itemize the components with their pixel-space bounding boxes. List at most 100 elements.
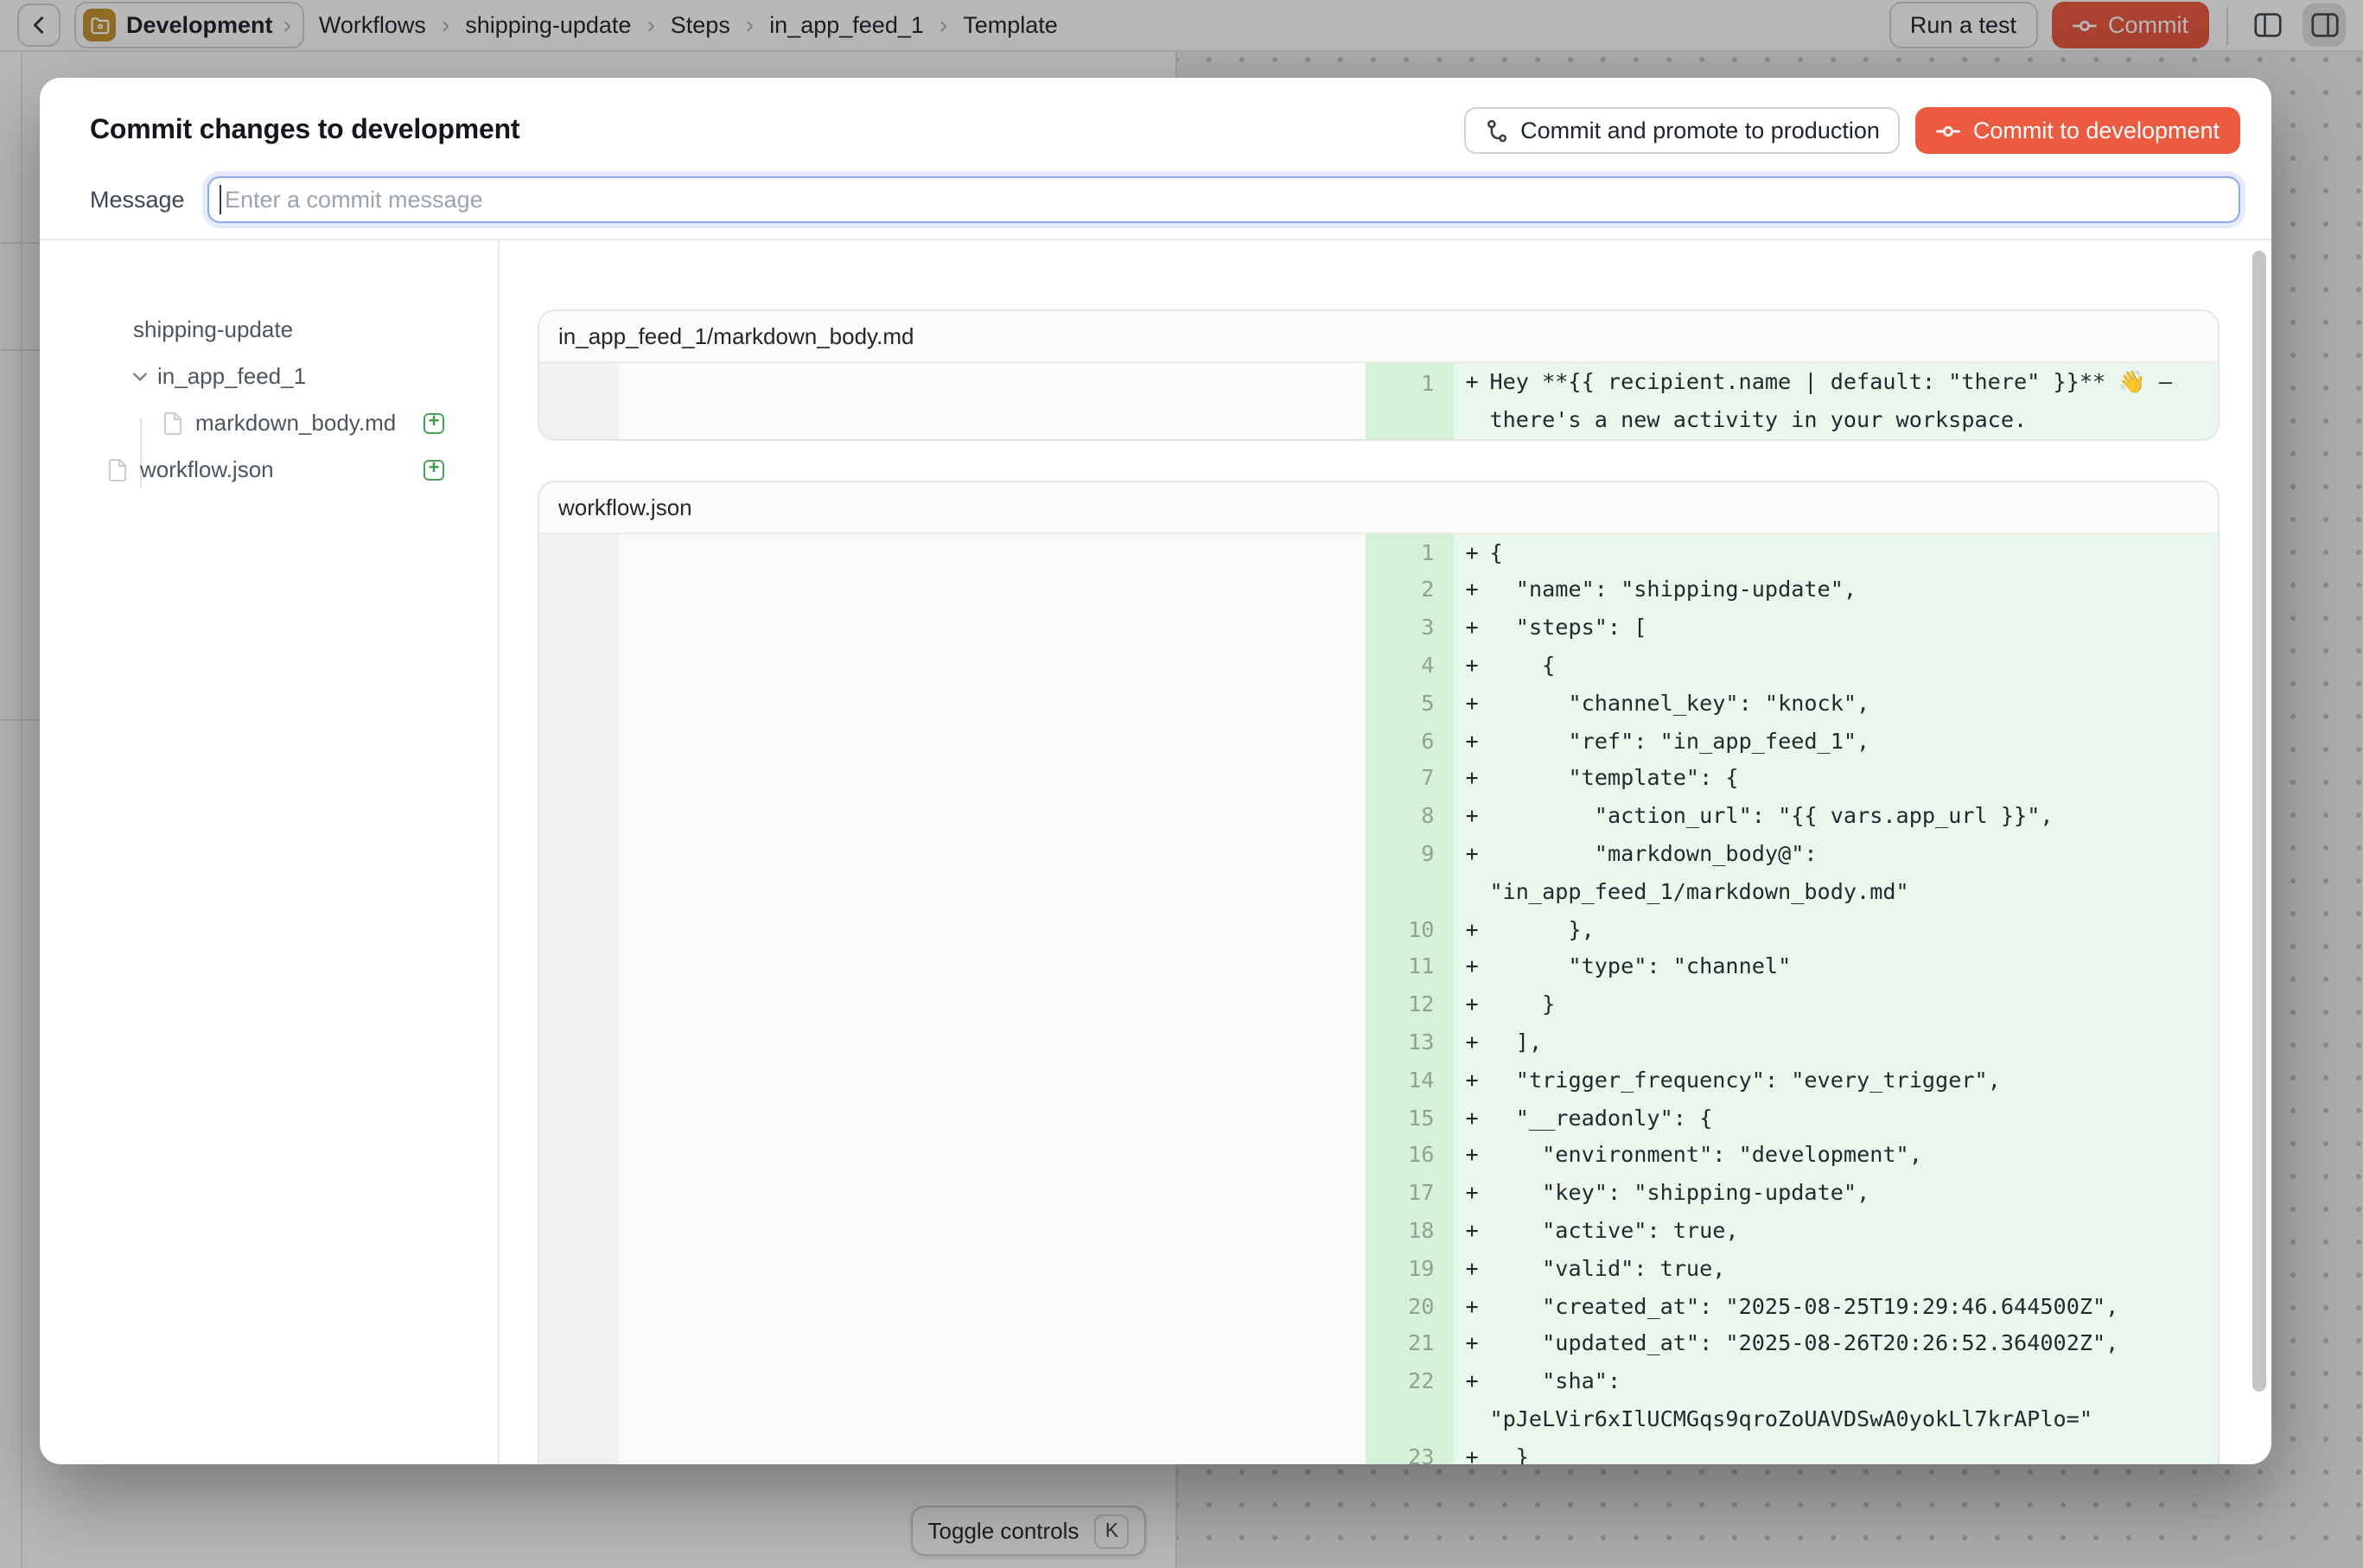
old-line-gutter bbox=[539, 1174, 619, 1212]
diff-line: 9+ "markdown_body@": "in_app_feed_1/mark… bbox=[539, 835, 2218, 910]
old-line-content bbox=[619, 1212, 1365, 1250]
added-line-code: "ref": "in_app_feed_1", bbox=[1489, 722, 2218, 760]
added-line-marker: + bbox=[1453, 685, 1489, 723]
old-line-gutter bbox=[539, 760, 619, 798]
old-line-content bbox=[619, 533, 1365, 571]
new-line-number: 12 bbox=[1365, 985, 1453, 1023]
added-line-marker: + bbox=[1453, 1362, 1489, 1437]
old-line-gutter bbox=[539, 722, 619, 760]
commit-to-development-button[interactable]: Commit to development bbox=[1916, 107, 2240, 154]
added-line-code: "channel_key": "knock", bbox=[1489, 685, 2218, 723]
old-line-content bbox=[619, 1099, 1365, 1137]
diff-line: 23+ } bbox=[539, 1437, 2218, 1464]
new-line-number: 16 bbox=[1365, 1137, 1453, 1175]
old-line-content bbox=[619, 647, 1365, 685]
added-line-marker: + bbox=[1453, 647, 1489, 685]
old-line-content bbox=[619, 685, 1365, 723]
diff-line: 19+ "valid": true, bbox=[539, 1249, 2218, 1287]
diff-line: 15+ "__readonly": { bbox=[539, 1099, 2218, 1137]
new-line-number: 13 bbox=[1365, 1023, 1453, 1061]
new-line-number: 14 bbox=[1365, 1061, 1453, 1100]
added-line-marker: + bbox=[1453, 722, 1489, 760]
diff-line: 11+ "type": "channel" bbox=[539, 948, 2218, 986]
added-line-code: "valid": true, bbox=[1489, 1249, 2218, 1287]
tree-item-workflow-json[interactable]: workflow.json + bbox=[40, 446, 498, 493]
diff-line: 22+ "sha": "pJeLVir6xIlUCMGqs9qroZoUAVDS… bbox=[539, 1362, 2218, 1437]
added-file-badge: + bbox=[424, 459, 444, 480]
new-line-number: 19 bbox=[1365, 1249, 1453, 1287]
new-line-number: 9 bbox=[1365, 835, 1453, 910]
diff-line: 18+ "active": true, bbox=[539, 1212, 2218, 1250]
new-line-number: 21 bbox=[1365, 1325, 1453, 1363]
added-line-marker: + bbox=[1453, 835, 1489, 910]
added-line-code: "action_url": "{{ vars.app_url }}", bbox=[1489, 797, 2218, 835]
new-line-number: 6 bbox=[1365, 722, 1453, 760]
old-line-content bbox=[619, 1325, 1365, 1363]
diff-scroll-area[interactable]: in_app_feed_1/markdown_body.md 1+Hey **{… bbox=[500, 240, 2271, 1464]
old-line-content bbox=[619, 1287, 1365, 1325]
added-line-code: { bbox=[1489, 533, 2218, 571]
diff-file-name: in_app_feed_1/markdown_body.md bbox=[539, 311, 2218, 363]
diff-line: 14+ "trigger_frequency": "every_trigger"… bbox=[539, 1061, 2218, 1100]
added-line-marker: + bbox=[1453, 910, 1489, 948]
old-line-gutter bbox=[539, 363, 619, 438]
diff-line: 1+{ bbox=[539, 533, 2218, 571]
added-line-code: } bbox=[1489, 1437, 2218, 1464]
new-line-number: 18 bbox=[1365, 1212, 1453, 1250]
new-line-number: 1 bbox=[1365, 363, 1453, 438]
old-line-content bbox=[619, 1437, 1365, 1464]
diff-line: 16+ "environment": "development", bbox=[539, 1137, 2218, 1175]
viewport: Development › Workflows›shipping-update›… bbox=[0, 0, 2363, 1568]
added-file-badge: + bbox=[424, 412, 444, 433]
added-line-code: "name": "shipping-update", bbox=[1489, 571, 2218, 609]
added-line-marker: + bbox=[1453, 1437, 1489, 1464]
old-line-gutter bbox=[539, 1023, 619, 1061]
added-line-code: "active": true, bbox=[1489, 1212, 2218, 1250]
tree-item-step-group[interactable]: in_app_feed_1 bbox=[40, 353, 498, 399]
old-line-gutter bbox=[539, 571, 619, 609]
old-line-gutter bbox=[539, 1061, 619, 1100]
old-line-content bbox=[619, 1362, 1365, 1437]
added-line-code: { bbox=[1489, 647, 2218, 685]
old-line-content bbox=[619, 609, 1365, 647]
old-line-gutter bbox=[539, 1137, 619, 1175]
new-line-number: 8 bbox=[1365, 797, 1453, 835]
commit-and-promote-button[interactable]: Commit and promote to production bbox=[1463, 107, 1901, 154]
added-line-code: "key": "shipping-update", bbox=[1489, 1174, 2218, 1212]
added-line-marker: + bbox=[1453, 609, 1489, 647]
diff-file-name: workflow.json bbox=[539, 481, 2218, 533]
old-line-gutter bbox=[539, 1099, 619, 1137]
added-line-marker: + bbox=[1453, 363, 1489, 438]
diff-line: 3+ "steps": [ bbox=[539, 609, 2218, 647]
new-line-number: 1 bbox=[1365, 533, 1453, 571]
new-line-number: 10 bbox=[1365, 910, 1453, 948]
added-line-code: ], bbox=[1489, 1023, 2218, 1061]
diff-line: 21+ "updated_at": "2025-08-26T20:26:52.3… bbox=[539, 1325, 2218, 1363]
tree-item-markdown-body[interactable]: markdown_body.md + bbox=[40, 399, 498, 446]
old-line-gutter bbox=[539, 910, 619, 948]
modal-scrollbar-thumb[interactable] bbox=[2252, 251, 2266, 1392]
old-line-content bbox=[619, 1249, 1365, 1287]
added-line-code: "sha": "pJeLVir6xIlUCMGqs9qroZoUAVDSwA0y… bbox=[1489, 1362, 2218, 1437]
added-line-code: "trigger_frequency": "every_trigger", bbox=[1489, 1061, 2218, 1100]
added-line-code: "created_at": "2025-08-25T19:29:46.64450… bbox=[1489, 1287, 2218, 1325]
new-line-number: 2 bbox=[1365, 571, 1453, 609]
new-line-number: 7 bbox=[1365, 760, 1453, 798]
added-line-marker: + bbox=[1453, 1061, 1489, 1100]
added-line-code: "template": { bbox=[1489, 760, 2218, 798]
old-line-gutter bbox=[539, 1287, 619, 1325]
commit-message-input[interactable] bbox=[207, 176, 2240, 223]
chevron-down-icon bbox=[131, 367, 149, 385]
added-line-marker: + bbox=[1453, 571, 1489, 609]
old-line-content bbox=[619, 1061, 1365, 1100]
new-line-number: 3 bbox=[1365, 609, 1453, 647]
old-line-content bbox=[619, 760, 1365, 798]
commit-dialog: Commit changes to development Commit and… bbox=[40, 78, 2271, 1464]
diff-panel-workflow-json: workflow.json 1+{2+ "name": "shipping-up… bbox=[538, 480, 2220, 1464]
added-line-marker: + bbox=[1453, 948, 1489, 986]
diff-line: 12+ } bbox=[539, 985, 2218, 1023]
old-line-gutter bbox=[539, 609, 619, 647]
new-line-number: 17 bbox=[1365, 1174, 1453, 1212]
old-line-content bbox=[619, 835, 1365, 910]
tree-item-workflow-root[interactable]: shipping-update bbox=[40, 306, 498, 353]
